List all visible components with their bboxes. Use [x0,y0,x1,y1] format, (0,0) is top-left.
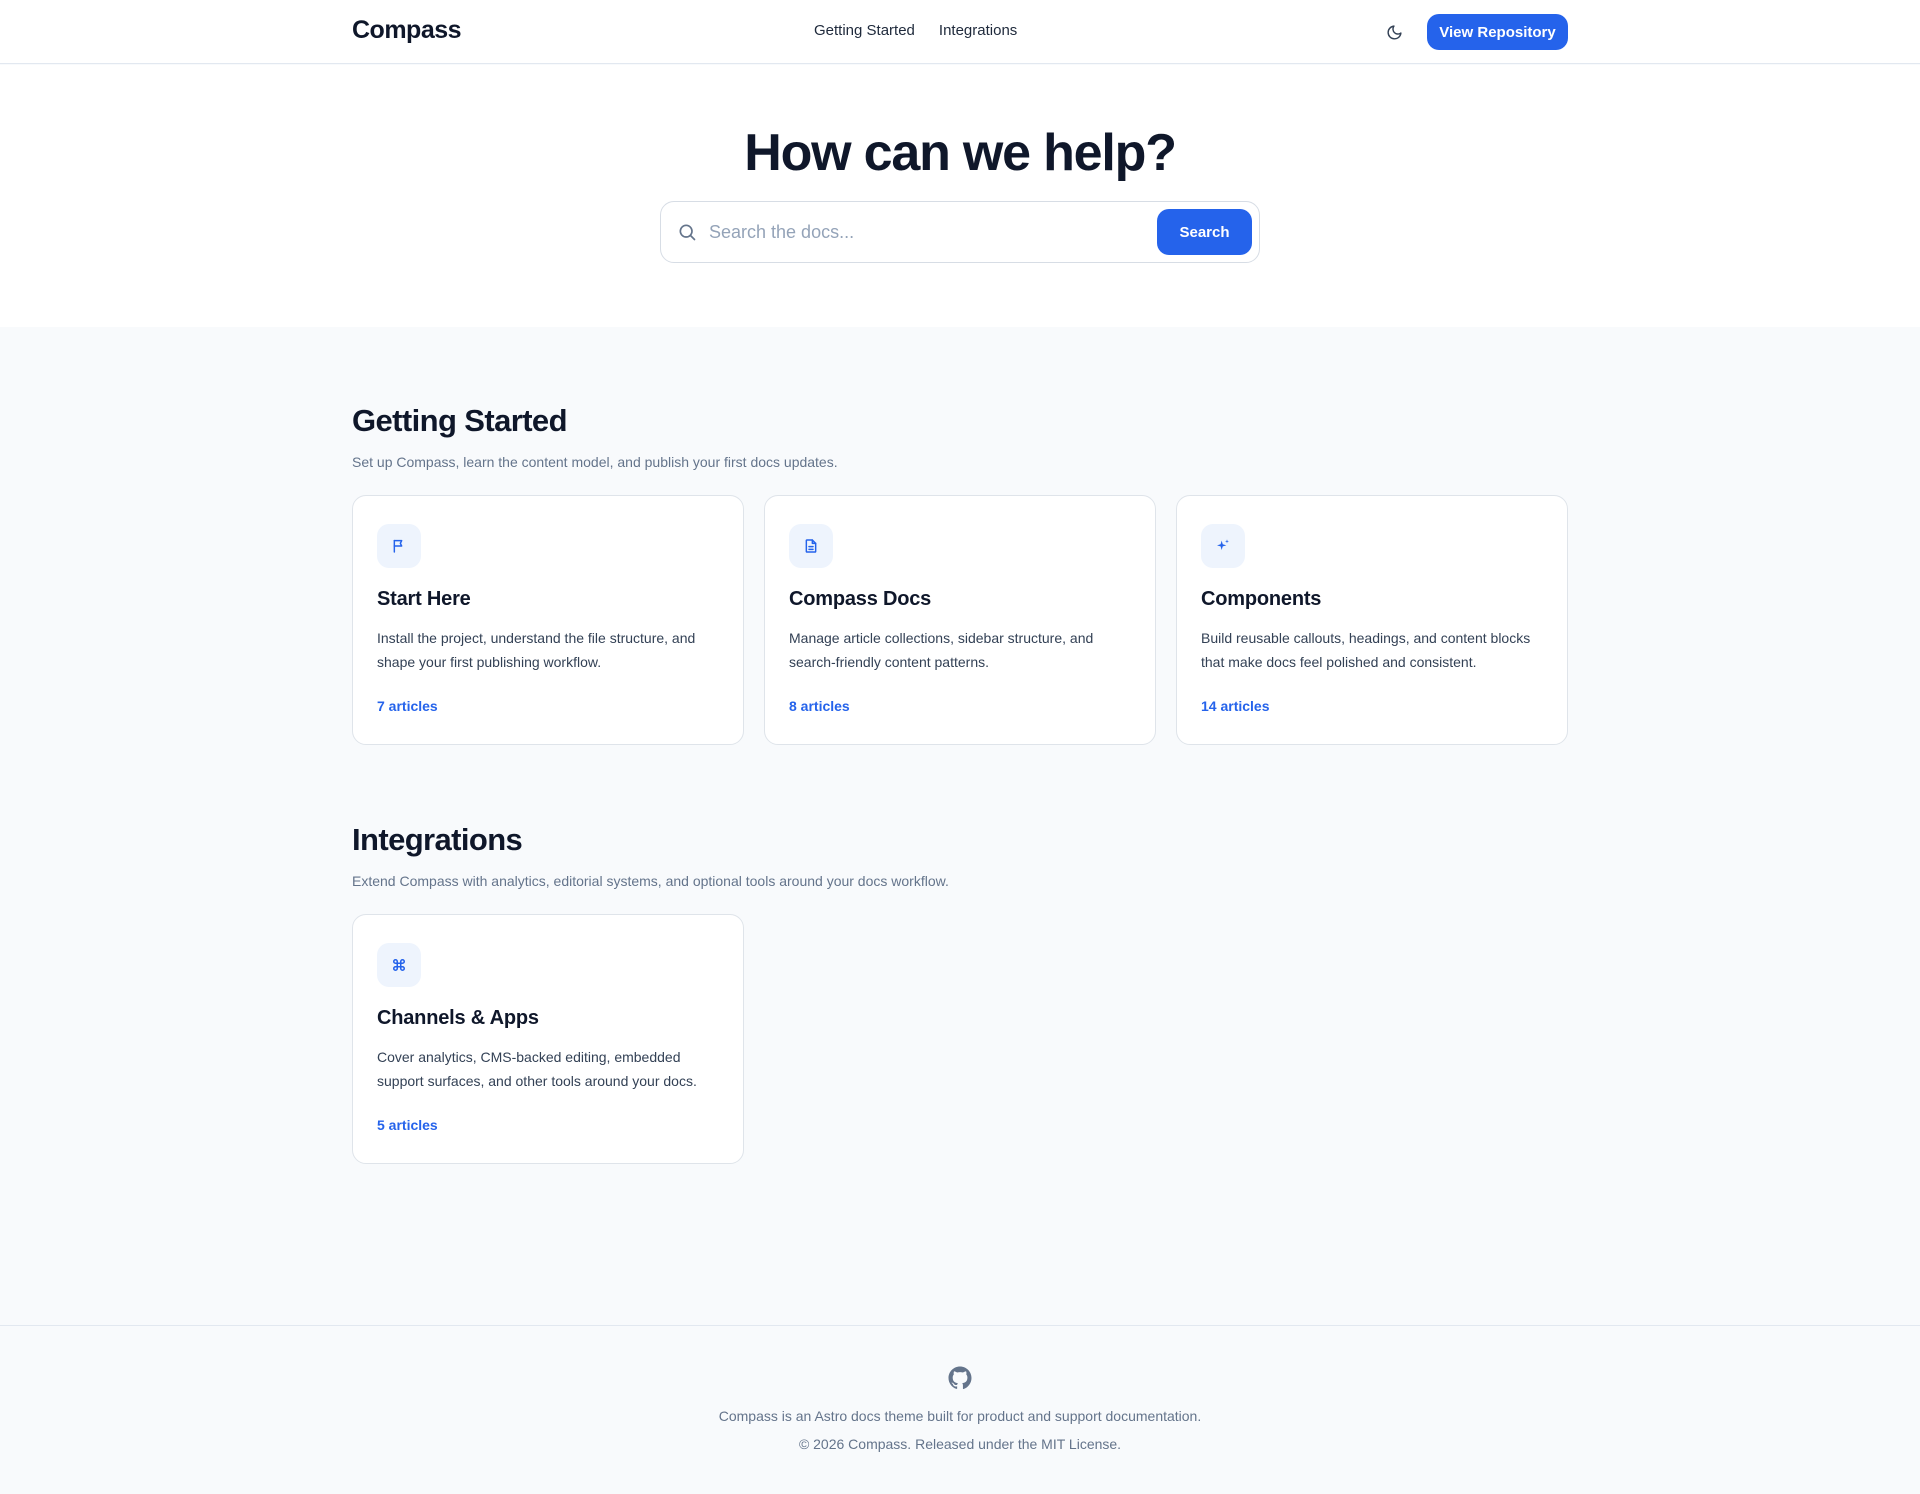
card-title: Compass Docs [789,588,932,610]
card-title: Start Here [377,588,471,610]
card-description: Cover analytics, CMS-backed editing, emb… [377,1049,697,1089]
card-icon-container [789,524,833,568]
card-article-count[interactable]: 14 articles [1201,698,1270,714]
hero-title: How can we help? [744,124,1177,182]
search-bar: Search [660,201,1260,263]
card-article-count[interactable]: 5 articles [377,1117,438,1133]
category-card-channels-apps[interactable]: Channels & Apps Cover analytics, CMS-bac… [352,914,744,1164]
section-title-getting-started: Getting Started [352,403,568,438]
section-subtitle-integrations: Extend Compass with analytics, editorial… [352,873,949,889]
main-nav: Getting Started Integrations [814,22,1017,39]
category-card-compass-docs[interactable]: Compass Docs Manage article collections,… [764,495,1156,745]
theme-toggle-button[interactable] [1382,20,1406,44]
card-article-count[interactable]: 7 articles [377,698,438,714]
page-footer: Compass is an Astro docs theme built for… [0,1325,1920,1494]
moon-icon [1387,24,1402,39]
search-button[interactable]: Search [1157,209,1252,255]
github-icon[interactable] [948,1366,972,1390]
card-description: Manage article collections, sidebar stru… [789,630,1094,670]
card-description: Build reusable callouts, headings, and c… [1201,630,1531,670]
category-card-components[interactable]: Components Build reusable callouts, head… [1176,495,1568,745]
file-text-icon [805,539,817,553]
logo[interactable]: Compass [352,16,462,45]
nav-link-integrations[interactable]: Integrations [939,22,1017,39]
top-navigation-bar: Compass Getting Started Integrations Vie… [0,0,1920,64]
card-icon-container [377,943,421,987]
card-icon-container [1201,524,1245,568]
card-article-count[interactable]: 8 articles [789,698,850,714]
search-icon [679,224,696,241]
search-input[interactable] [709,214,1209,250]
flag-icon [393,539,403,553]
view-repository-button[interactable]: View Repository [1427,14,1568,50]
footer-copyright: © 2026 Compass. Released under the MIT L… [798,1436,1122,1452]
section-subtitle-getting-started: Set up Compass, learn the content model,… [352,454,838,470]
card-description: Install the project, understand the file… [377,630,696,670]
command-icon [393,959,405,971]
category-card-start-here[interactable]: Start Here Install the project, understa… [352,495,744,745]
card-title: Components [1201,588,1322,610]
section-title-integrations: Integrations [352,822,523,857]
card-title: Channels & Apps [377,1007,539,1029]
sparkle-icon [1217,539,1229,550]
footer-description: Compass is an Astro docs theme built for… [718,1408,1202,1424]
hero-section: How can we help? Search [0,65,1920,327]
nav-link-getting-started[interactable]: Getting Started [814,22,915,39]
card-icon-container [377,524,421,568]
